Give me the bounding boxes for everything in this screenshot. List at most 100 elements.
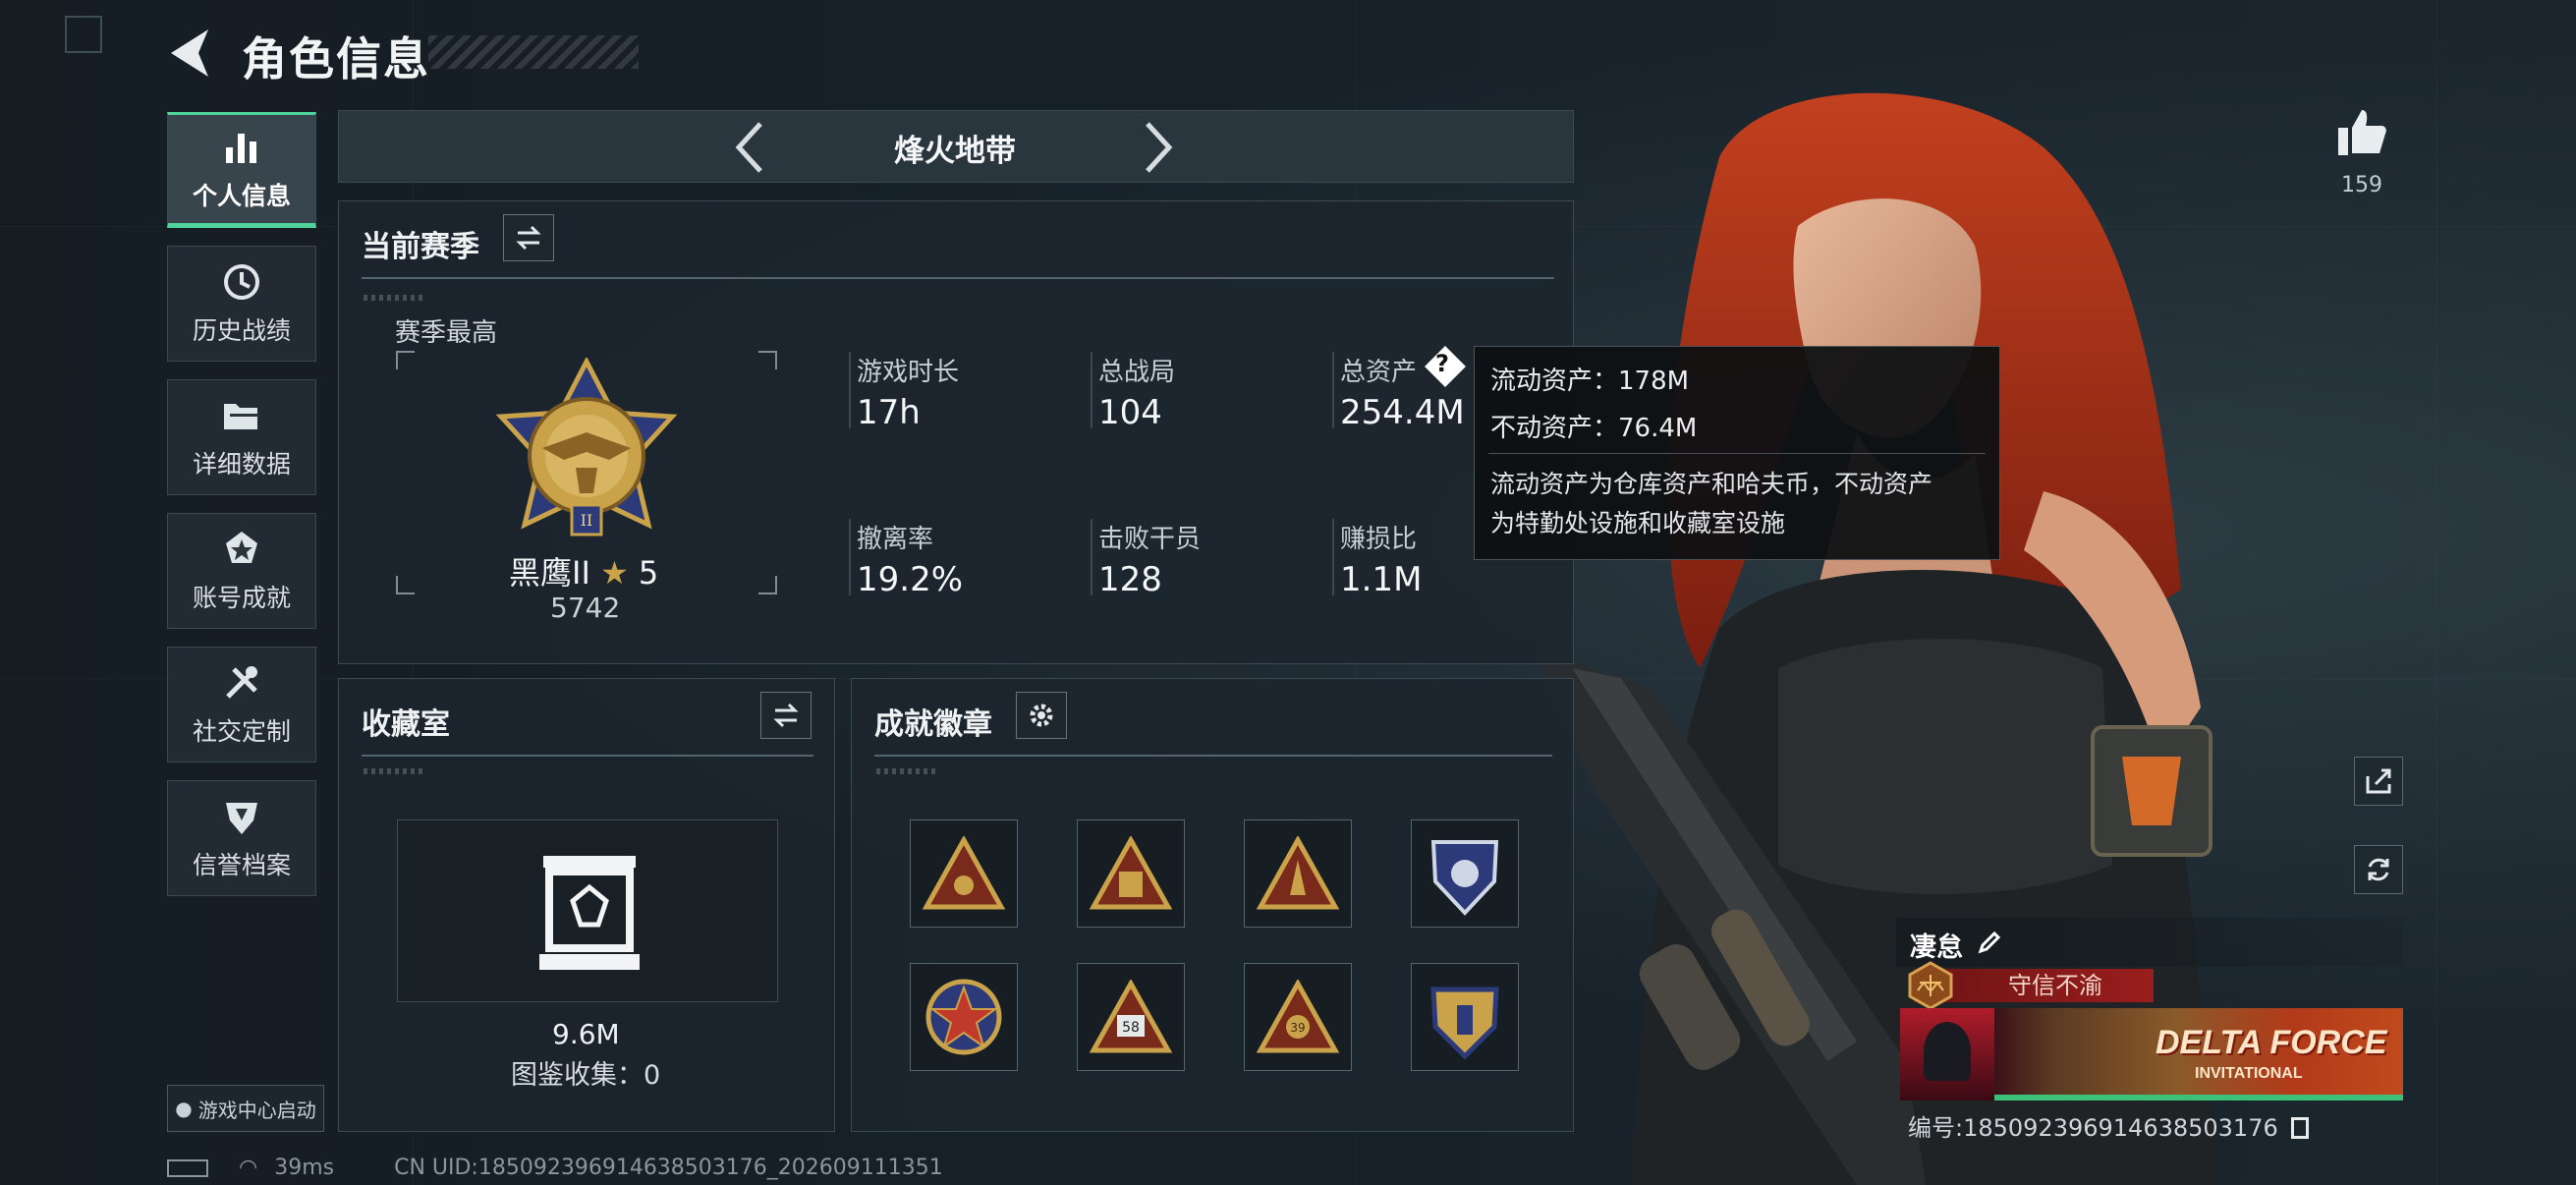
sidebar-item-profile[interactable]: 个人信息 xyxy=(167,112,316,228)
sidebar-item-achievements[interactable]: 账号成就 xyxy=(167,513,316,629)
collection-display[interactable] xyxy=(397,819,778,1002)
player-id: 编号:185092396914638503176 xyxy=(1908,1108,2310,1143)
rank-score: 5742 xyxy=(550,592,621,624)
decoration xyxy=(364,768,426,774)
sidebar-item-label: 社交定制 xyxy=(192,717,291,746)
stat-value: 128 xyxy=(1098,560,1162,599)
rank-medal-icon: II xyxy=(495,358,678,536)
stat-label: 撤离率 xyxy=(857,525,934,554)
triangle-58-badge-icon: 58 xyxy=(1090,980,1172,1053)
scale-badge-icon xyxy=(1908,961,1953,1010)
help-icon[interactable]: ? xyxy=(1435,350,1449,377)
stat-value: 1.1M xyxy=(1340,560,1423,599)
divider xyxy=(849,352,851,428)
divider xyxy=(849,519,851,595)
banner-title: DELTA FORCE xyxy=(2156,1024,2387,1061)
achievement-badge[interactable] xyxy=(910,963,1018,1071)
wifi-icon: ◠ xyxy=(239,1156,258,1180)
svg-text:39: 39 xyxy=(1290,1021,1305,1035)
decoration xyxy=(364,295,426,301)
rank-row: 黑鹰II ★ 5 xyxy=(509,548,666,593)
divider xyxy=(362,277,1554,279)
next-mode-arrow-icon[interactable] xyxy=(1142,118,1177,177)
achievement-badge[interactable] xyxy=(1411,963,1519,1071)
avatar-hood xyxy=(1924,1022,1971,1081)
stat-value: 17h xyxy=(857,393,921,432)
clock-icon xyxy=(224,264,259,300)
medal-icon xyxy=(226,532,257,563)
divider xyxy=(1488,453,1986,454)
folder-icon xyxy=(224,404,259,429)
corner-frame xyxy=(65,16,102,53)
decoration xyxy=(876,768,939,774)
copy-icon[interactable] xyxy=(2291,1117,2310,1139)
player-name-bg xyxy=(1896,918,2403,967)
shield-eagle-badge-icon xyxy=(1430,840,1499,916)
display-case-icon xyxy=(539,856,640,970)
divider xyxy=(1332,352,1334,428)
achievement-badge[interactable] xyxy=(910,819,1018,928)
achievements-settings-button[interactable] xyxy=(1016,692,1067,739)
bg-grid-line xyxy=(2436,0,2437,1185)
achievement-badge[interactable] xyxy=(1411,819,1519,928)
gear-icon xyxy=(1030,704,1053,727)
tooltip-note-line: 流动资产为仓库资产和哈夫币，不动资产 xyxy=(1490,470,1933,498)
collection-swap-button[interactable] xyxy=(760,692,812,739)
uid-text: CN UID:185092396914638503176_20260911135… xyxy=(394,1156,943,1180)
sidebar-item-label: 历史战绩 xyxy=(192,316,291,345)
back-arrow-icon[interactable] xyxy=(165,26,214,81)
sidebar-item-details[interactable]: 详细数据 xyxy=(167,379,316,495)
sidebar-item-label: 信誉档案 xyxy=(192,851,291,879)
sidebar-item-social[interactable]: 社交定制 xyxy=(167,647,316,762)
divider xyxy=(1091,352,1092,428)
tools-icon xyxy=(226,666,257,699)
achievement-badge[interactable] xyxy=(1077,819,1185,928)
mode-name: 烽火地带 xyxy=(894,134,1016,169)
title-decoration xyxy=(428,35,639,69)
refresh-button[interactable] xyxy=(2354,845,2403,894)
like-count: 159 xyxy=(2341,173,2382,198)
refresh-icon xyxy=(2368,858,2389,881)
bar-chart-icon xyxy=(226,134,256,163)
player-card-banner[interactable]: DELTA FORCE INVITATIONAL xyxy=(1900,1008,2403,1100)
game-center-launch-button[interactable]: ● 游戏中心启动 xyxy=(167,1085,324,1132)
triangle-eye-badge-icon xyxy=(923,836,1005,910)
banner-subtitle: INVITATIONAL xyxy=(2195,1065,2303,1082)
achievements-title: 成就徽章 xyxy=(874,707,992,742)
season-best-label: 赛季最高 xyxy=(395,318,498,348)
divider xyxy=(874,755,1552,757)
divider xyxy=(1332,519,1334,595)
sidebar-item-label: 账号成就 xyxy=(192,584,291,612)
achievement-badge[interactable]: 58 xyxy=(1077,963,1185,1071)
stat-value: 254.4M xyxy=(1340,393,1465,432)
thumbs-up-icon[interactable] xyxy=(2334,104,2389,159)
ping-text: 39ms xyxy=(274,1156,335,1180)
svg-text:II: II xyxy=(581,511,593,530)
star-icon: ★ xyxy=(600,554,629,592)
achievement-badge[interactable]: 39 xyxy=(1244,963,1352,1071)
sidebar-item-history[interactable]: 历史战绩 xyxy=(167,246,316,362)
share-icon xyxy=(2366,768,2391,794)
season-title: 当前赛季 xyxy=(362,230,479,264)
triangle-39-badge-icon: 39 xyxy=(1257,980,1339,1053)
sidebar-item-credit[interactable]: 信誉档案 xyxy=(167,780,316,896)
player-id-text: 编号:185092396914638503176 xyxy=(1908,1114,2278,1142)
achievement-badge[interactable] xyxy=(1244,819,1352,928)
stat-value: 104 xyxy=(1098,393,1162,432)
sidebar-item-label: 个人信息 xyxy=(192,182,291,210)
season-swap-button[interactable] xyxy=(503,214,554,261)
asset-tooltip: 流动资产：178M 不动资产：76.4M 流动资产为仓库资产和哈夫币，不动资产 … xyxy=(1474,346,2000,560)
previous-mode-arrow-icon[interactable] xyxy=(731,118,766,177)
edit-icon[interactable] xyxy=(1975,928,2004,957)
stat-label: 击败干员 xyxy=(1098,525,1202,554)
player-name: 凄怠 xyxy=(1910,932,1963,963)
tooltip-note-line: 为特勤处设施和收藏室设施 xyxy=(1490,509,1786,537)
battery-icon xyxy=(167,1159,208,1177)
collection-value: 9.6M xyxy=(552,1018,620,1050)
catalog-count: 图鉴收集：0 xyxy=(511,1060,661,1091)
stat-value: 19.2% xyxy=(857,560,964,599)
rank-stars: 5 xyxy=(638,554,659,592)
tooltip-liquid-assets: 流动资产：178M xyxy=(1490,367,1690,396)
share-button[interactable] xyxy=(2354,757,2403,806)
swap-icon xyxy=(516,225,541,251)
